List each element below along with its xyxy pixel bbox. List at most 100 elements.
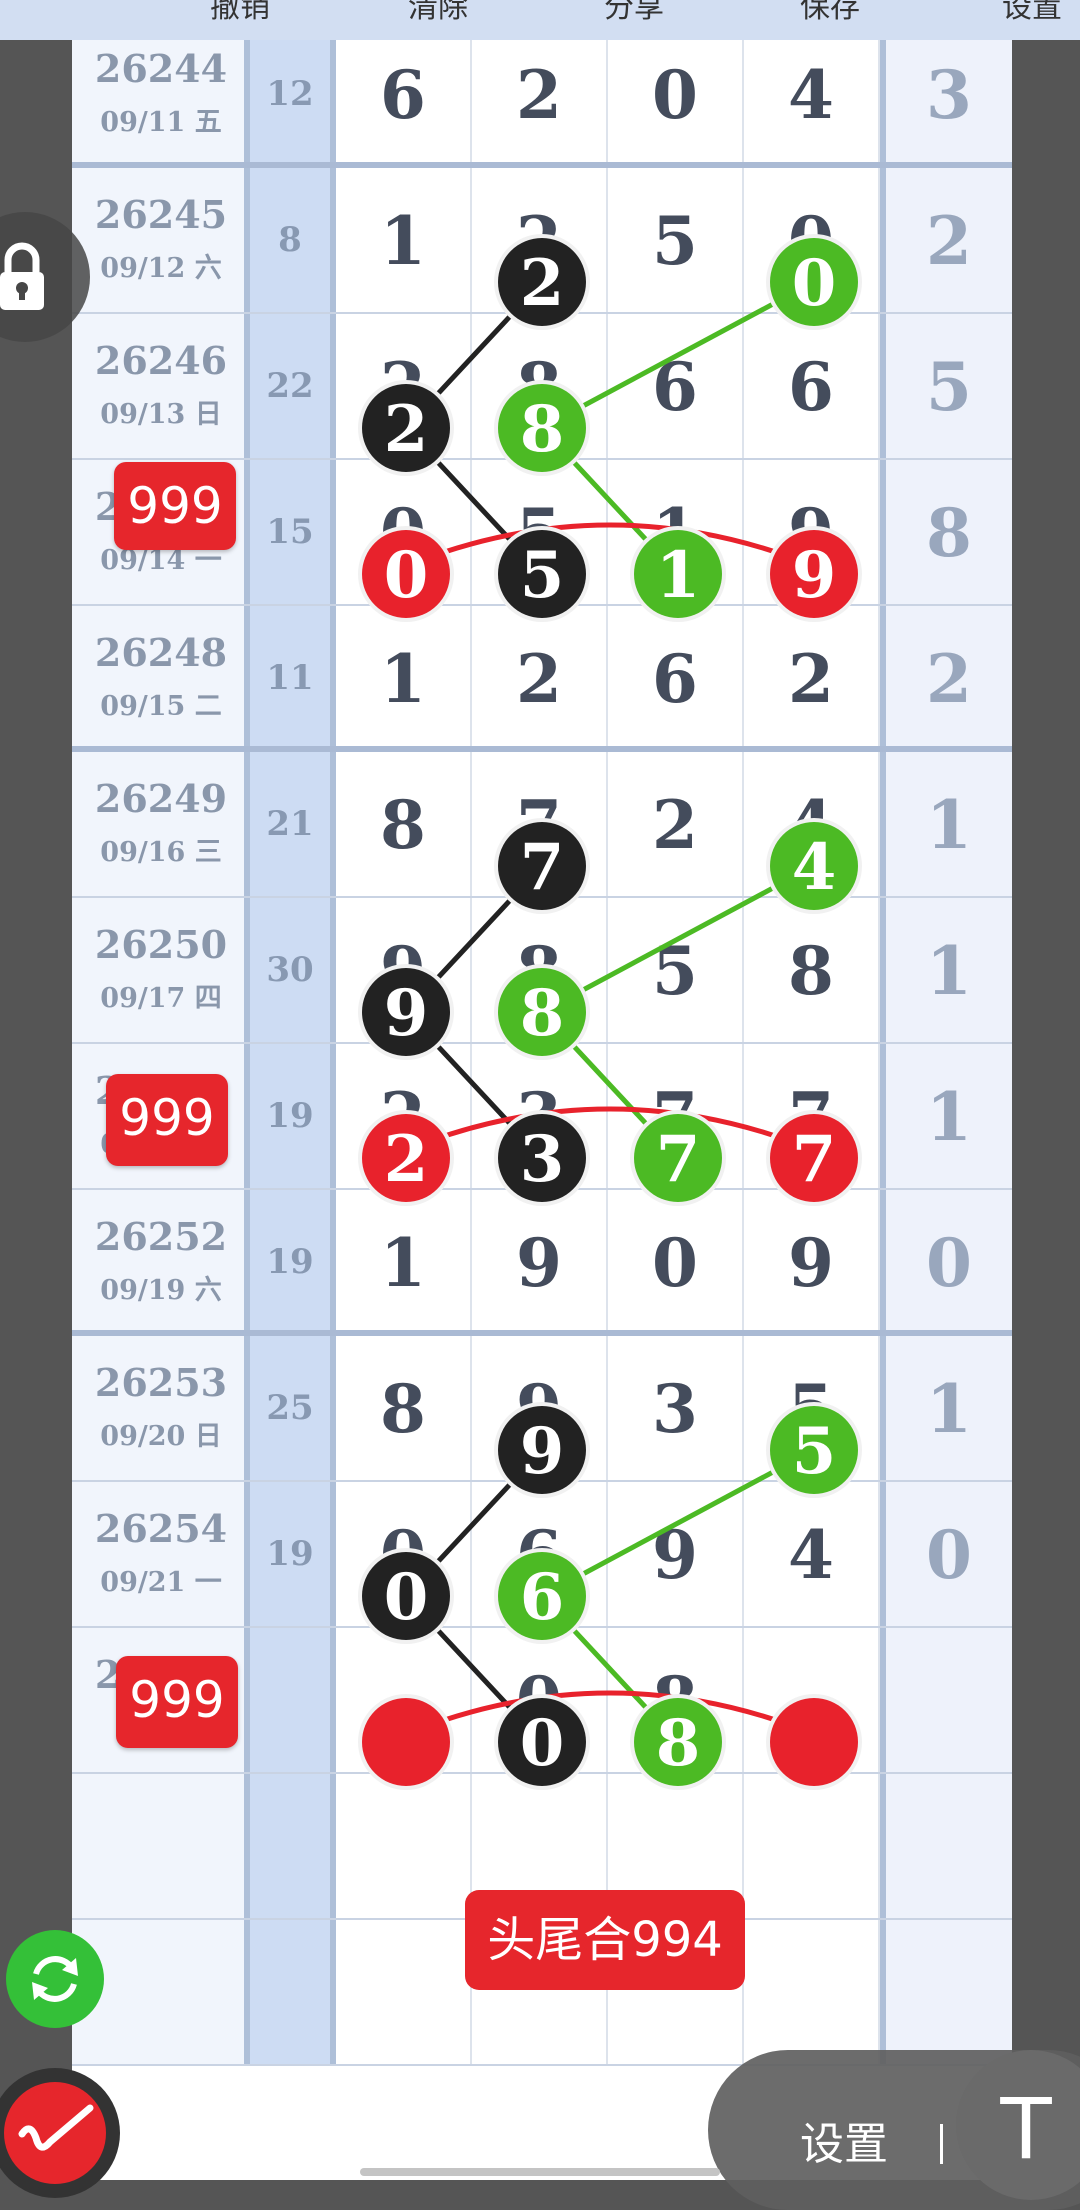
share-button[interactable]: 分享 [604,0,664,28]
sum-cell: 8 [250,168,336,312]
sum-value: 15 [266,512,314,552]
digit-value: 7 [516,786,562,864]
sum-value: 30 [266,950,314,990]
total-value: 3 [926,56,972,134]
digit-value: 2 [652,786,698,864]
total-cell: 5 [880,314,1012,458]
digit-cell[interactable]: 9 [608,1482,744,1626]
digit-value: 6 [652,640,698,718]
digit-cell[interactable]: 4 [744,22,880,162]
save-button[interactable]: 保存 [800,0,860,28]
digit-cell[interactable]: 2 [336,1044,472,1188]
digit-cell[interactable]: 9 [744,460,880,604]
settings-label[interactable]: 设置 [800,2108,888,2172]
total-value: 8 [926,494,972,572]
issue-number: 26244 [94,46,228,91]
sum-cell: 19 [250,1482,336,1626]
digit-cell[interactable]: 0 [336,1482,472,1626]
total-cell: 3 [880,22,1012,162]
clear-button[interactable]: 清除 [408,0,468,28]
total-value: 2 [926,640,972,718]
digit-cell[interactable]: 5 [472,460,608,604]
total-cell: 2 [880,606,1012,746]
digit-value: 0 [380,494,426,572]
digit-cell[interactable]: 1 [608,460,744,604]
digit-cell[interactable]: 9 [744,1190,880,1330]
digit-cell[interactable]: 8 [472,898,608,1042]
digit-cell[interactable]: 2 [472,168,608,312]
pen-inner [4,2082,106,2184]
digit-value: 6 [516,1516,562,1594]
digit-cell[interactable]: 9 [472,1190,608,1330]
digit-cell[interactable]: 8 [336,752,472,896]
digit-cell[interactable] [336,1628,472,1772]
total-value: 1 [926,932,972,1010]
digit-cell[interactable]: 8 [608,1628,744,1772]
digit-cell[interactable]: 1 [336,1190,472,1330]
issue-number: 26249 [94,776,228,821]
digit-cell[interactable]: 8 [472,314,608,458]
digit-cell[interactable]: 8 [336,1336,472,1480]
sum-cell: 25 [250,1336,336,1480]
digit-cell[interactable]: 0 [744,168,880,312]
digit-cell[interactable]: 6 [336,22,472,162]
digit-cell[interactable] [744,1774,880,1918]
digit-cell[interactable]: 6 [608,606,744,746]
digit-cell[interactable]: 1 [336,606,472,746]
digit-value: 2 [516,202,562,280]
sum-value: 25 [266,1388,314,1428]
digit-cell[interactable]: 5 [608,168,744,312]
digit-value: 9 [788,1224,834,1302]
home-indicator[interactable] [360,2168,720,2176]
text-tool-button[interactable]: T [956,2050,1080,2200]
digit-cell[interactable]: 5 [608,898,744,1042]
digit-cell[interactable]: 2 [744,606,880,746]
digit-cell[interactable]: 4 [744,752,880,896]
digit-value: 9 [380,932,426,1010]
lock-button[interactable] [0,212,90,342]
settings-button[interactable]: 设置 [1002,0,1062,28]
issue-number: 26252 [94,1214,228,1259]
sum-value: 22 [266,366,314,406]
digit-cell[interactable]: 3 [472,1044,608,1188]
table-row: 26253 09/20 日 25 8 9 3 5 1 [72,1336,1012,1482]
digit-cell[interactable]: 7 [744,1044,880,1188]
issue-cell: 26253 09/20 日 [72,1336,250,1480]
digit-cell[interactable]: 3 [608,1336,744,1480]
digit-cell[interactable]: 2 [336,314,472,458]
digit-cell[interactable]: 6 [744,314,880,458]
digit-cell[interactable]: 0 [608,1190,744,1330]
digit-cell[interactable]: 7 [472,752,608,896]
refresh-button[interactable] [6,1930,104,2028]
digit-cell[interactable]: 0 [472,1628,608,1772]
digit-cell[interactable]: 8 [744,898,880,1042]
digit-value: 8 [516,932,562,1010]
digit-cell[interactable]: 4 [744,1482,880,1626]
digit-cell[interactable]: 9 [336,898,472,1042]
digit-cell[interactable] [336,1774,472,1918]
digit-value: 4 [788,56,834,134]
result-badge: 头尾合994 [465,1890,745,1990]
digit-cell[interactable] [744,1920,880,2064]
digit-cell[interactable]: 2 [608,752,744,896]
digit-value: 3 [516,1078,562,1156]
digit-cell[interactable]: 9 [472,1336,608,1480]
digit-cell[interactable] [744,1628,880,1772]
sum-value: 12 [266,74,314,114]
digit-cell[interactable]: 6 [608,314,744,458]
digit-cell[interactable]: 0 [336,460,472,604]
digit-cell[interactable] [336,1920,472,2064]
sum-cell: 19 [250,1044,336,1188]
issue-date: 09/11 五 [100,107,222,138]
undo-button[interactable]: 撤销 [210,0,270,28]
digit-cell[interactable]: 2 [472,22,608,162]
digit-cell[interactable]: 7 [608,1044,744,1188]
digit-cell[interactable]: 5 [744,1336,880,1480]
pen-button[interactable] [0,2068,120,2198]
digit-cell[interactable]: 0 [608,22,744,162]
total-cell: 0 [880,1190,1012,1330]
digit-cell[interactable]: 1 [336,168,472,312]
digit-cell[interactable]: 6 [472,1482,608,1626]
digit-cell[interactable]: 2 [472,606,608,746]
top-toolbar: 撤销 清除 分享 保存 设置 [0,0,1080,40]
